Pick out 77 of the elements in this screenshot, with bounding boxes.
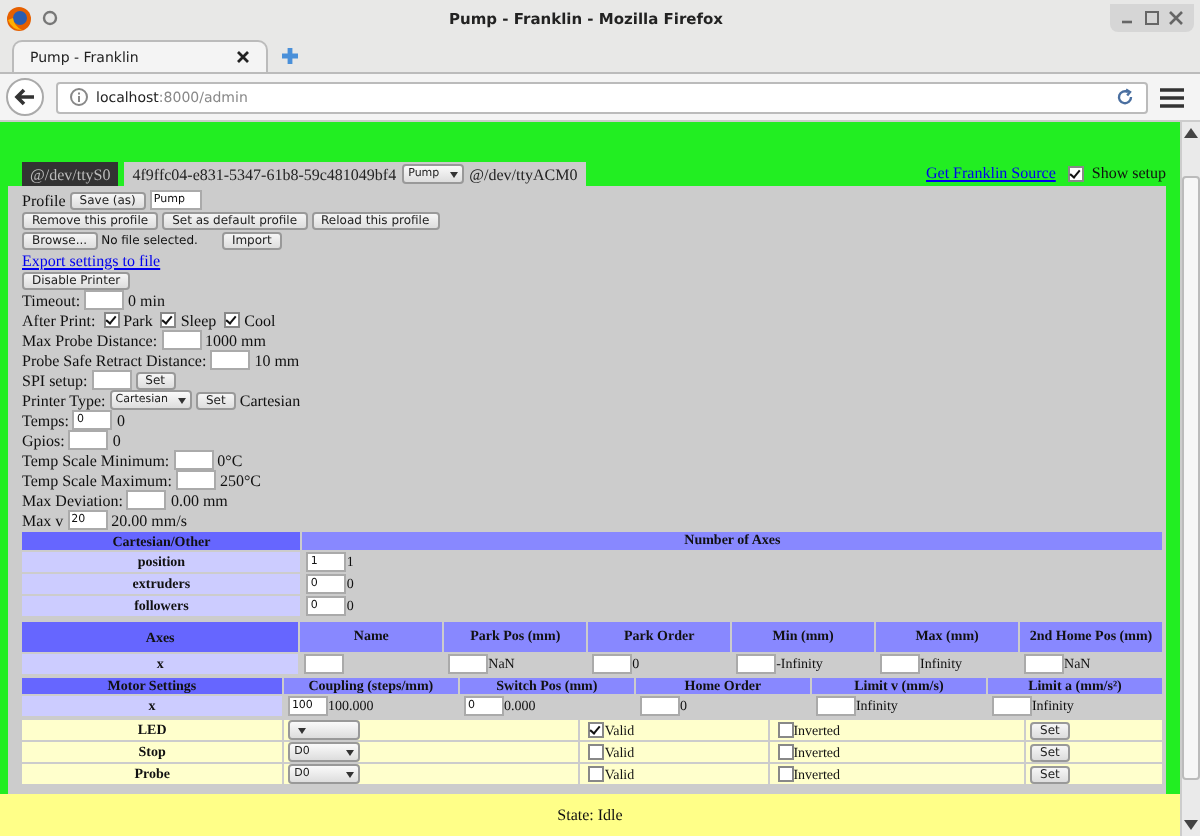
valid-checkbox[interactable] xyxy=(588,744,605,761)
setting-value: Cartesian xyxy=(239,391,301,409)
setting-label: Gpios: xyxy=(22,431,65,449)
setting-label: Temps: xyxy=(22,411,69,429)
setting-label: Temp Scale Maximum: xyxy=(22,471,172,489)
axis-field[interactable] xyxy=(880,654,921,674)
back-button-icon[interactable] xyxy=(6,78,44,116)
setting-label: SPI setup: xyxy=(22,371,88,389)
setting-field[interactable] xyxy=(175,470,216,490)
show-setup-checkbox[interactable] xyxy=(1067,165,1084,181)
menu-icon[interactable] xyxy=(1160,87,1184,107)
option-label: Sleep xyxy=(180,311,217,329)
setting-field[interactable] xyxy=(126,490,167,510)
setting-label: Probe Safe Retract Distance: xyxy=(22,351,207,369)
scroll-up-icon[interactable] xyxy=(1184,128,1198,138)
axis-field[interactable] xyxy=(592,654,633,674)
option-label: Park xyxy=(123,311,153,329)
inverted-checkbox[interactable] xyxy=(777,744,794,761)
inverted-checkbox[interactable] xyxy=(777,722,794,739)
axis-field[interactable] xyxy=(1024,654,1065,674)
printer-tab[interactable]: @/dev/ttyS0 xyxy=(22,162,119,186)
axis-field[interactable] xyxy=(448,654,489,674)
valid-checkbox[interactable] xyxy=(588,766,605,783)
setting-value: 0°C xyxy=(217,451,243,469)
option-checkbox[interactable] xyxy=(224,312,241,328)
setting-value: 1000 mm xyxy=(205,331,266,349)
motor-field[interactable] xyxy=(991,696,1032,716)
source-link[interactable]: Get Franklin Source xyxy=(926,164,1056,182)
option-checkbox[interactable] xyxy=(103,312,120,328)
scrollbar-thumb[interactable] xyxy=(1182,175,1200,779)
setting-value: 0 xyxy=(112,431,121,449)
setting-label: Timeout: xyxy=(22,291,81,309)
setting-field[interactable] xyxy=(91,370,132,390)
caret-icon xyxy=(298,727,307,733)
axis-field[interactable] xyxy=(736,654,777,674)
motor-field[interactable] xyxy=(815,696,856,716)
valid-checkbox[interactable] xyxy=(588,722,605,739)
setting-field[interactable] xyxy=(84,290,125,310)
motor-field[interactable] xyxy=(639,696,680,716)
setting-field[interactable] xyxy=(161,330,202,350)
axis-field[interactable] xyxy=(304,654,345,674)
reload-icon[interactable] xyxy=(1116,88,1134,106)
setting-field[interactable] xyxy=(210,350,251,370)
profile-label: Profile xyxy=(22,191,66,209)
scrollbar[interactable] xyxy=(1180,122,1200,836)
info-icon[interactable] xyxy=(70,88,88,106)
browser-logo-icon xyxy=(6,5,32,31)
setting-label: Max v xyxy=(22,511,64,529)
export-link[interactable]: Export settings to file xyxy=(22,251,161,269)
caret-icon xyxy=(346,771,355,777)
setting-label: Max Probe Distance: xyxy=(22,331,158,349)
status-bar: State: Idle xyxy=(0,794,1180,836)
show-setup-label: Show setup xyxy=(1091,164,1166,182)
setting-value: 0 min xyxy=(128,291,165,309)
setting-value: 20.00 mm/s xyxy=(111,511,187,529)
circle-button-icon[interactable] xyxy=(38,6,62,30)
new-tab-icon[interactable] xyxy=(280,46,300,66)
setting-field[interactable] xyxy=(68,430,109,450)
setting-value: 250°C xyxy=(219,471,262,489)
close-icon[interactable] xyxy=(236,50,250,64)
scroll-down-icon[interactable] xyxy=(1184,820,1198,830)
setting-value: 0 xyxy=(116,411,125,429)
setting-label: After Print: xyxy=(22,311,96,329)
option-label: Cool xyxy=(244,311,276,329)
caret-icon xyxy=(449,171,458,177)
pin-select[interactable] xyxy=(288,720,361,740)
setting-value: 10 mm xyxy=(254,351,300,369)
setting-label: Printer Type: xyxy=(22,391,106,409)
inverted-checkbox[interactable] xyxy=(777,766,794,783)
option-checkbox[interactable] xyxy=(160,312,177,328)
setting-label: Max Deviation: xyxy=(22,491,123,509)
setting-label: Temp Scale Minimum: xyxy=(22,451,170,469)
caret-icon xyxy=(178,397,186,403)
setting-field[interactable] xyxy=(173,450,214,470)
window-controls-icon[interactable] xyxy=(1116,8,1188,28)
setting-value: 0.00 mm xyxy=(170,491,228,509)
caret-icon xyxy=(346,749,355,755)
